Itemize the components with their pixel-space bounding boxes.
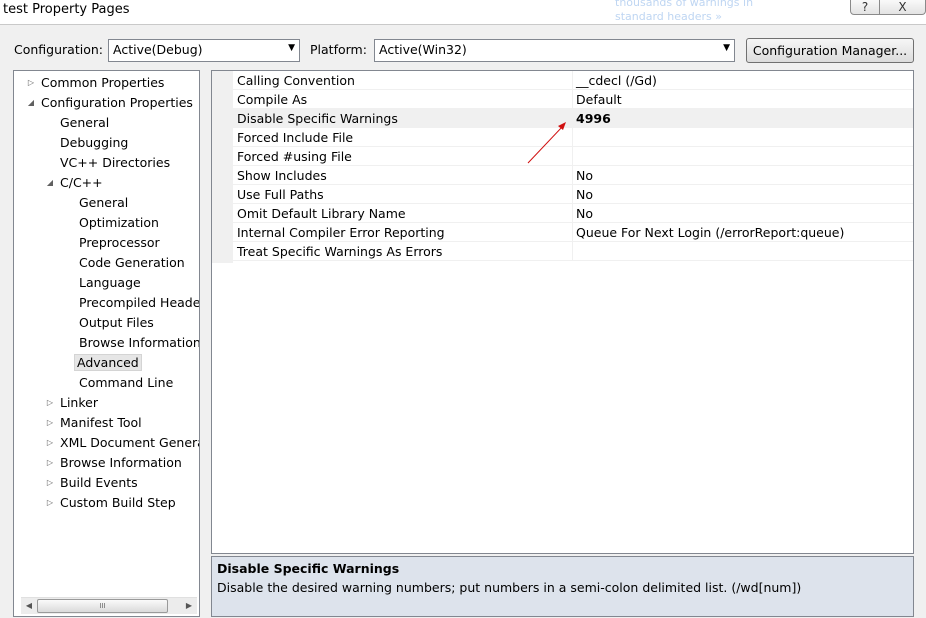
grid-gutter	[212, 71, 233, 263]
grid-row[interactable]: Show Includes No	[233, 166, 913, 185]
grid-row[interactable]: Forced #using File	[233, 147, 913, 166]
property-value[interactable]: Default	[576, 92, 622, 107]
scroll-thumb[interactable]: III	[37, 599, 168, 613]
scroll-right-icon[interactable]: ▶	[181, 598, 197, 614]
close-button[interactable]: X	[880, 0, 926, 15]
property-name: Show Includes	[237, 168, 327, 183]
configuration-manager-button[interactable]: Configuration Manager...	[746, 38, 914, 63]
expand-arrow-icon[interactable]: ▷	[44, 393, 56, 413]
tree-item-precompiled-headers[interactable]: Precompiled Headers	[77, 293, 199, 313]
property-name: Internal Compiler Error Reporting	[237, 225, 445, 240]
configuration-value: Active(Debug)	[113, 42, 203, 57]
tree-item-c-cpp[interactable]: ◢ C/C++	[47, 173, 105, 193]
title-bar: test Property Pages thousands of warning…	[0, 0, 926, 24]
tree-horizontal-scrollbar[interactable]: ◀ III ▶	[21, 597, 197, 614]
platform-dropdown[interactable]: Active(Win32) ▼	[374, 39, 735, 62]
expand-arrow-icon[interactable]: ▷	[25, 73, 37, 93]
expand-arrow-icon[interactable]: ▷	[44, 413, 56, 433]
tree-item-browse-information[interactable]: Browse Information	[77, 333, 199, 353]
expand-arrow-icon[interactable]: ▷	[44, 473, 56, 493]
property-value[interactable]: No	[576, 187, 593, 202]
property-name: Compile As	[237, 92, 308, 107]
expand-arrow-icon[interactable]: ▷	[44, 493, 56, 513]
tree-item-xml-document-generator[interactable]: ▷XML Document Generator	[47, 433, 199, 453]
property-grid[interactable]: Calling Convention __cdecl (/Gd) Compile …	[211, 70, 914, 554]
collapse-arrow-icon[interactable]: ◢	[25, 93, 37, 113]
property-name: Forced #using File	[237, 149, 352, 164]
description-title: Disable Specific Warnings	[217, 561, 400, 576]
help-icon: ?	[861, 0, 869, 14]
expand-arrow-icon[interactable]: ▷	[44, 453, 56, 473]
title-separator	[0, 24, 926, 25]
configuration-label: Configuration:	[14, 42, 103, 57]
background-window-text: standard headers »	[615, 10, 722, 23]
window-title: test Property Pages	[3, 2, 130, 17]
configuration-dropdown[interactable]: Active(Debug) ▼	[108, 39, 300, 62]
property-tree[interactable]: ▷ Common Properties ◢ Configuration Proper…	[13, 70, 200, 617]
grid-row[interactable]: Omit Default Library Name No	[233, 204, 913, 223]
scroll-grip-icon: III	[99, 602, 106, 610]
title-buttons: ? X	[850, 0, 926, 15]
property-value[interactable]: No	[576, 206, 593, 221]
tree-item-build-events[interactable]: ▷ Build Events	[47, 473, 140, 493]
tree-item-custom-build-step[interactable]: ▷ Custom Build Step	[47, 493, 178, 513]
property-value[interactable]: Queue For Next Login (/errorReport:queue…	[576, 225, 844, 240]
collapse-arrow-icon[interactable]: ◢	[44, 173, 56, 193]
tree-item-debugging[interactable]: Debugging	[58, 133, 130, 153]
tree-item-code-generation[interactable]: Code Generation	[77, 253, 187, 273]
tree-item-preprocessor[interactable]: Preprocessor	[77, 233, 162, 253]
tree-item-advanced[interactable]: Advanced	[74, 353, 142, 373]
expand-arrow-icon[interactable]: ▷	[44, 433, 56, 453]
tree-item-language[interactable]: Language	[77, 273, 143, 293]
property-name: Forced Include File	[237, 130, 354, 145]
grid-row-selected[interactable]: Disable Specific Warnings 4996	[233, 109, 913, 128]
property-name: Use Full Paths	[237, 187, 324, 202]
tree-item-vc-directories[interactable]: VC++ Directories	[58, 153, 172, 173]
property-name: Disable Specific Warnings	[237, 111, 398, 126]
configuration-manager-label: Configuration Manager...	[752, 43, 908, 58]
grid-row[interactable]: Calling Convention __cdecl (/Gd)	[233, 71, 913, 90]
tree-item-optimization[interactable]: Optimization	[77, 213, 161, 233]
scroll-left-icon[interactable]: ◀	[21, 598, 37, 614]
platform-value: Active(Win32)	[379, 42, 467, 57]
tree-item-general[interactable]: General	[58, 113, 111, 133]
grid-row[interactable]: Forced Include File	[233, 128, 913, 147]
grid-row[interactable]: Use Full Paths No	[233, 185, 913, 204]
tree-item-browse-information-tool[interactable]: ▷ Browse Information	[47, 453, 184, 473]
grid-row[interactable]: Treat Specific Warnings As Errors	[233, 242, 913, 261]
platform-label: Platform:	[310, 42, 367, 57]
property-name: Omit Default Library Name	[237, 206, 406, 221]
tree-item-linker[interactable]: ▷ Linker	[47, 393, 100, 413]
close-icon: X	[898, 0, 907, 14]
description-panel: Disable Specific Warnings Disable the de…	[211, 556, 914, 617]
tree-item-output-files[interactable]: Output Files	[77, 313, 156, 333]
description-text: Disable the desired warning numbers; put…	[217, 580, 802, 595]
tree-item-command-line[interactable]: Command Line	[77, 373, 175, 393]
property-value[interactable]: No	[576, 168, 593, 183]
property-value[interactable]: 4996	[576, 111, 611, 126]
property-value[interactable]: __cdecl (/Gd)	[576, 73, 657, 88]
grid-row[interactable]: Internal Compiler Error Reporting Queue F…	[233, 223, 913, 242]
help-button[interactable]: ?	[850, 0, 880, 15]
tree-item-manifest-tool[interactable]: ▷ Manifest Tool	[47, 413, 144, 433]
grid-row[interactable]: Compile As Default	[233, 90, 913, 109]
dropdown-arrow-icon: ▼	[288, 43, 295, 53]
background-window-text: thousands of warnings in	[615, 0, 754, 9]
tree-item-configuration-properties[interactable]: ◢ Configuration Properties	[28, 93, 195, 113]
dropdown-arrow-icon: ▼	[723, 43, 730, 53]
property-name: Treat Specific Warnings As Errors	[237, 244, 443, 259]
tree-item-cpp-general[interactable]: General	[77, 193, 130, 213]
tree-item-common-properties[interactable]: ▷ Common Properties	[28, 73, 166, 93]
property-name: Calling Convention	[237, 73, 355, 88]
